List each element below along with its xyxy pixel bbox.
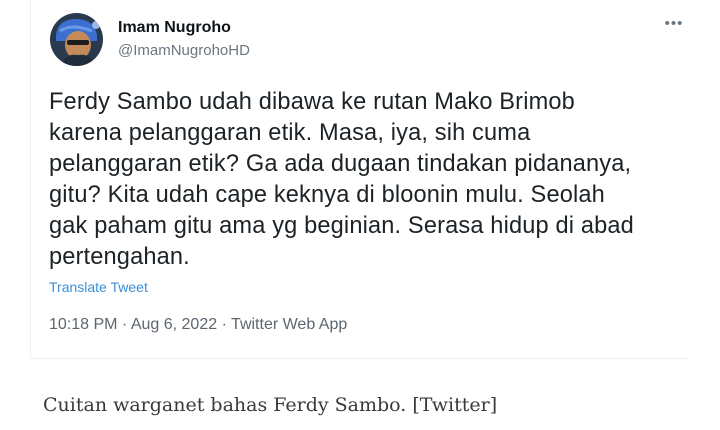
tweet-timestamp-source[interactable]: 10:18 PM · Aug 6, 2022 · Twitter Web App	[49, 316, 347, 334]
author-handle[interactable]: @ImamNugrohoHD	[118, 42, 250, 59]
image-caption: Cuitan warganet bahas Ferdy Sambo. [Twit…	[43, 394, 498, 416]
author-avatar[interactable]	[50, 13, 103, 66]
translate-tweet-link[interactable]: Translate Tweet	[49, 279, 148, 295]
tweet-card: Imam Nugroho @ImamNugrohoHD ••• Ferdy Sa…	[30, 0, 687, 359]
tweet-text: Ferdy Sambo udah dibawa ke rutan Mako Br…	[49, 89, 634, 270]
more-options-icon[interactable]: •••	[662, 14, 686, 34]
author-display-name[interactable]: Imam Nugroho	[118, 19, 231, 37]
avatar-image	[50, 13, 103, 66]
